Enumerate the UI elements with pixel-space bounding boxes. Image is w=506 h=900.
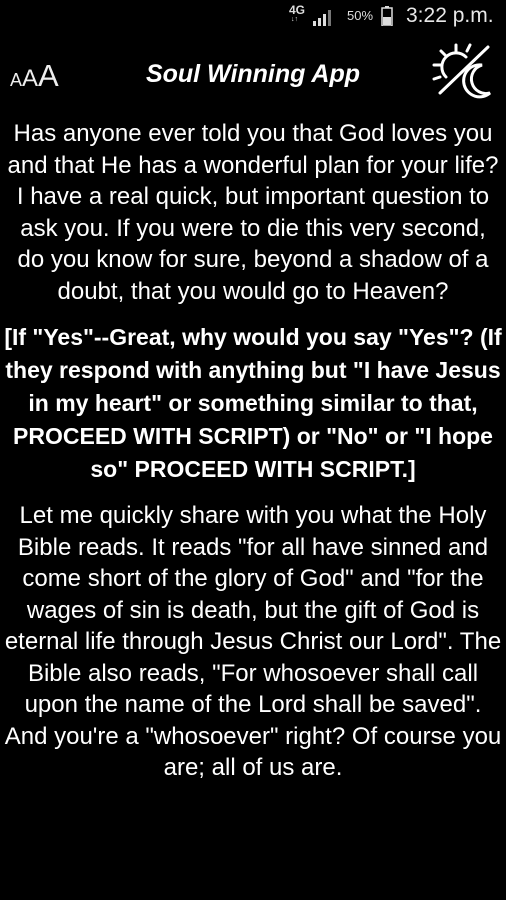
sun-moon-icon[interactable]: [432, 41, 496, 101]
network-type: 4G: [289, 3, 306, 17]
script-paragraph-intro: Has anyone ever told you that God loves …: [7, 120, 499, 305]
app-header: AAA Soul Winning App: [0, 36, 506, 116]
battery-icon: [381, 6, 393, 26]
scroll-fade: [0, 870, 506, 900]
clock: 3:22 p.m.: [406, 4, 494, 27]
app-title: Soul Winning App: [145, 60, 361, 88]
status-bar: 4G ↓↑ 50% 3:22 p.m.: [0, 0, 506, 34]
network-indicator: 4G ↓↑: [289, 4, 305, 23]
signal-icon: [313, 10, 331, 26]
battery-percent: 50%: [347, 8, 374, 23]
script-instruction: [If "Yes"--Great, why would you say "Yes…: [4, 324, 502, 482]
script-paragraph-bible: Let me quickly share with you what the H…: [4, 502, 502, 781]
network-activity: ↓↑: [291, 16, 298, 23]
script-content[interactable]: Has anyone ever told you that God loves …: [0, 118, 506, 900]
